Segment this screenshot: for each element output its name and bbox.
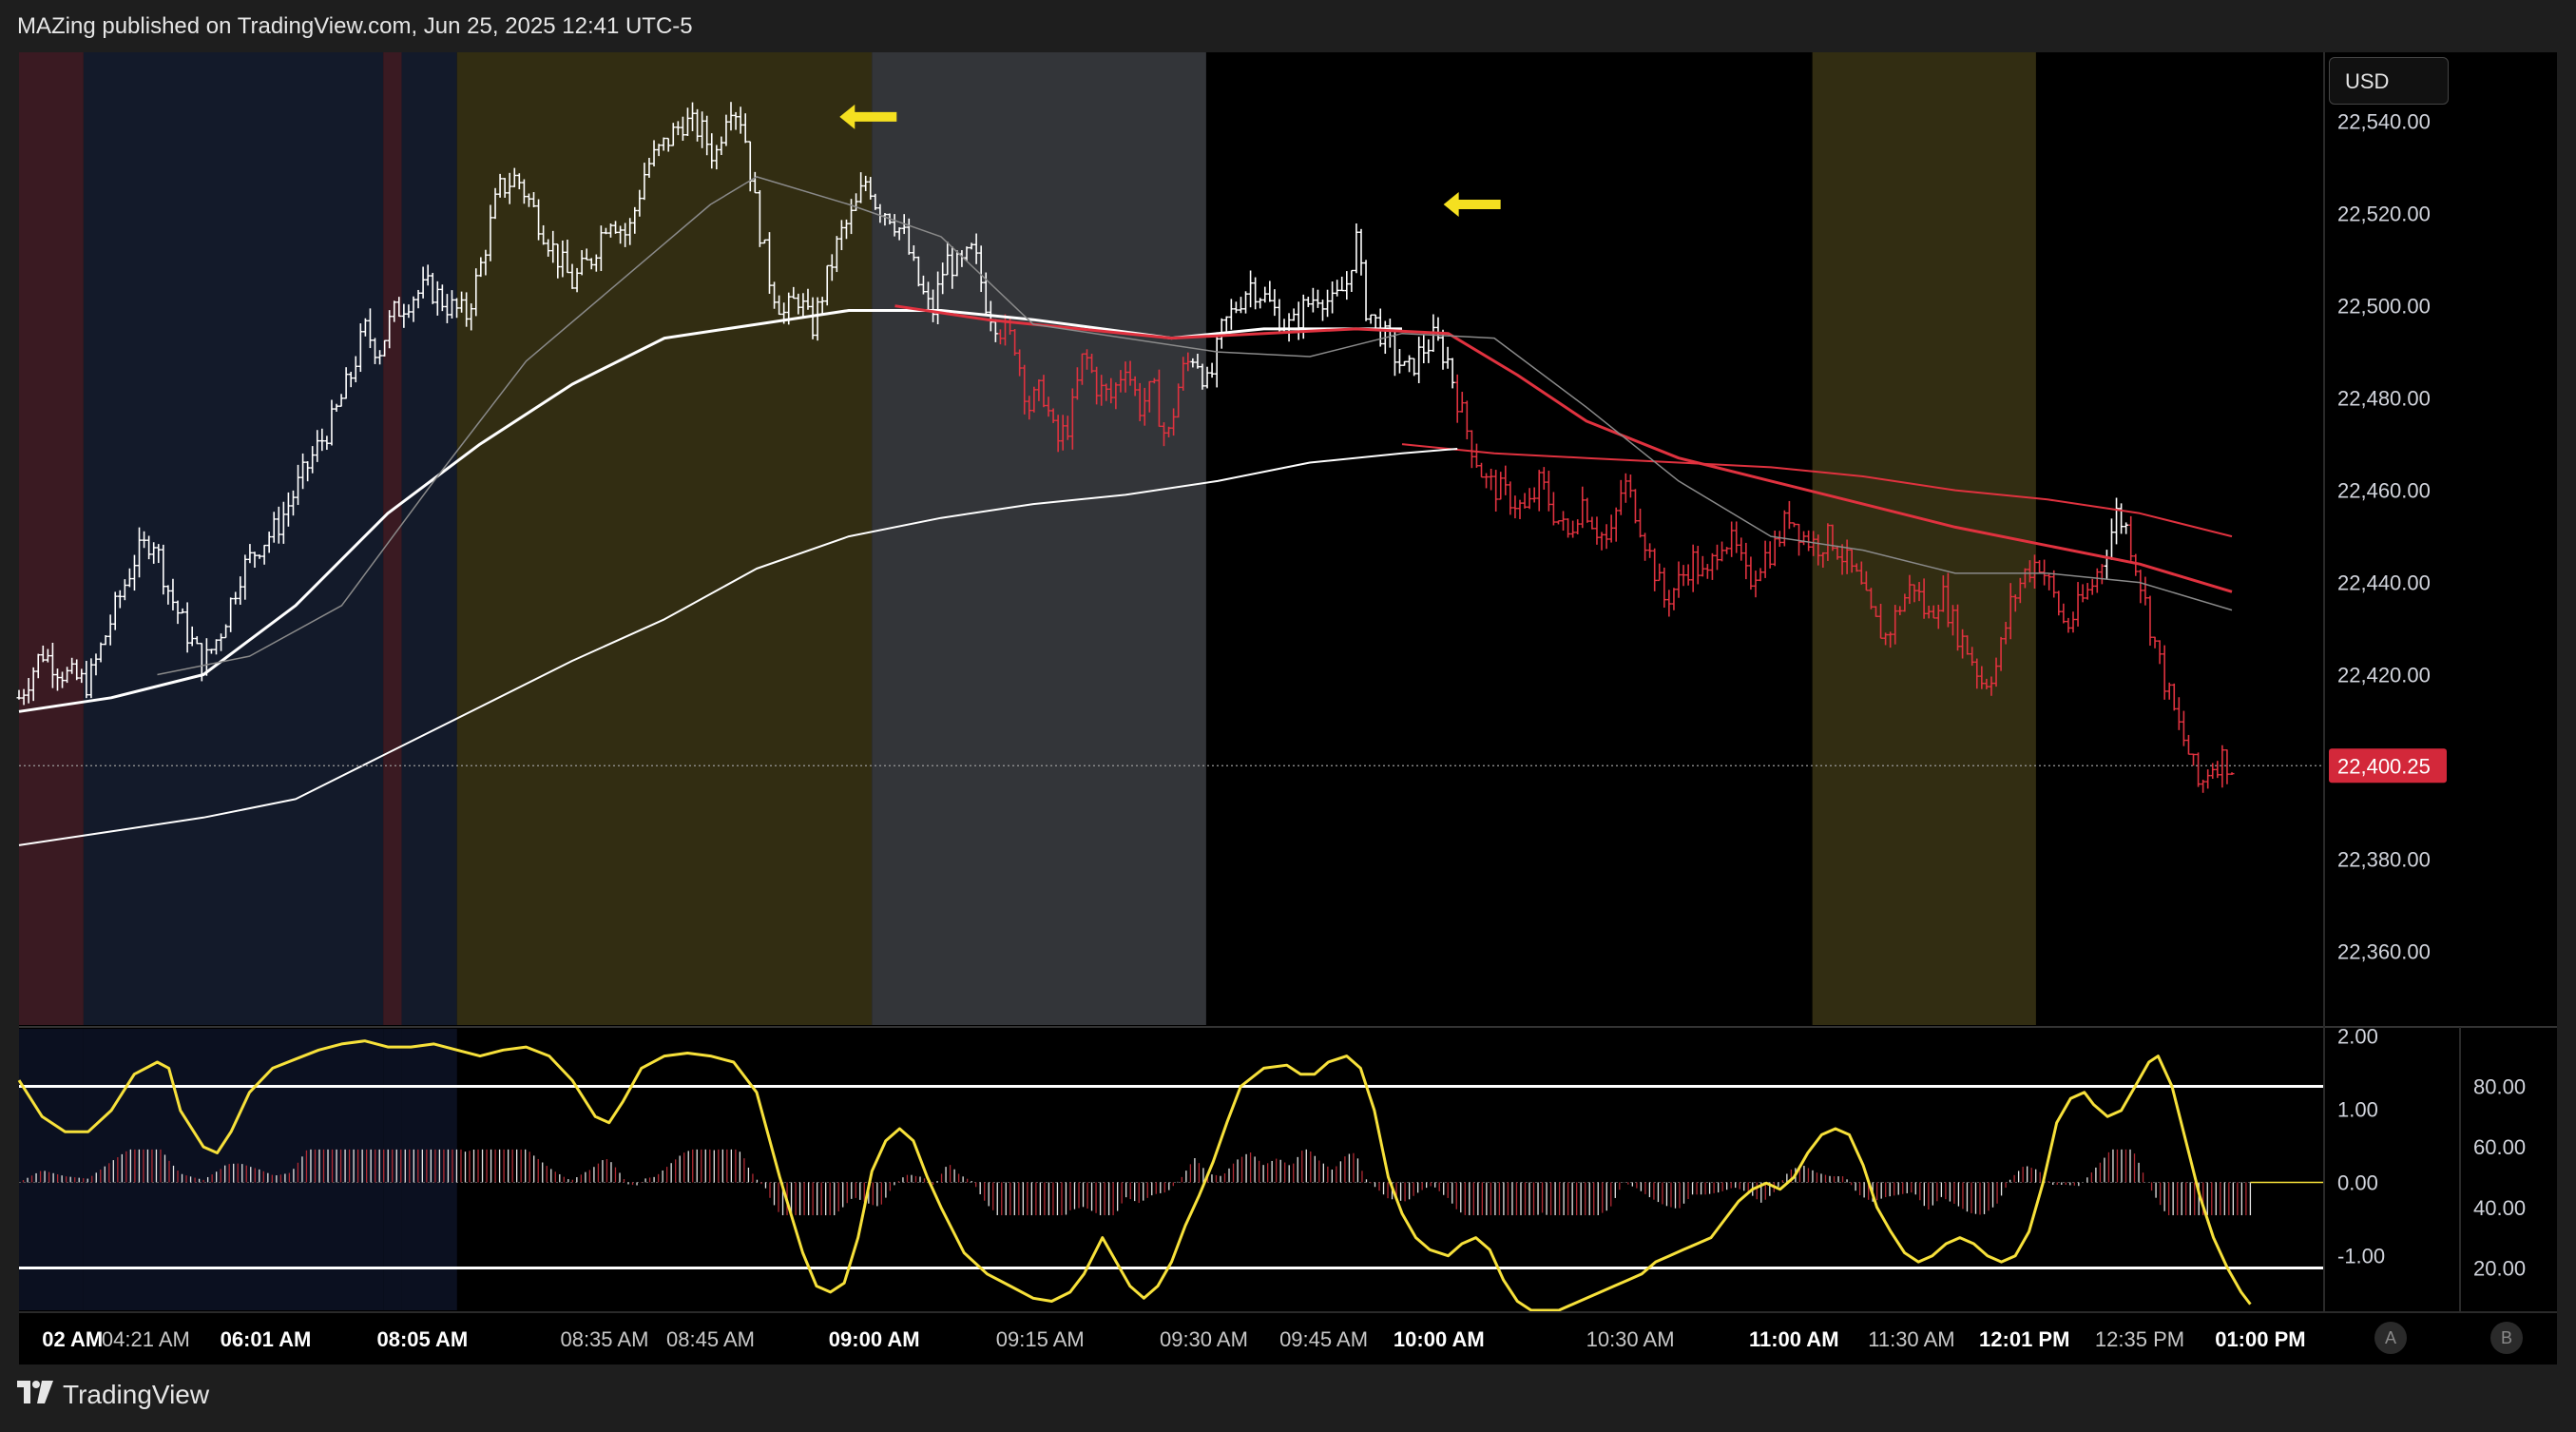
time-tick-label: 01:00 PM <box>2215 1327 2305 1351</box>
time-tick-label: 10:00 AM <box>1394 1327 1485 1351</box>
osc-left-tick-label: 1.00 <box>2337 1098 2378 1122</box>
session-band-1 <box>83 52 384 1025</box>
currency-selector[interactable]: USD <box>2329 57 2449 105</box>
price-tick-label: 22,520.00 <box>2337 203 2431 226</box>
price-tick-label: 22,420.00 <box>2337 664 2431 687</box>
auto-scale-button[interactable]: A <box>2374 1322 2407 1354</box>
scale-b-button[interactable]: B <box>2490 1322 2523 1354</box>
time-tick-label: 08:05 AM <box>376 1327 468 1351</box>
session-band-6 <box>1812 52 2036 1025</box>
price-tick-label: 22,380.00 <box>2337 847 2431 871</box>
price-tick-label: 22,440.00 <box>2337 571 2431 595</box>
time-tick-label: 11:00 AM <box>1749 1327 1839 1351</box>
osc-left-tick-label: 2.00 <box>2337 1025 2378 1049</box>
last-price-label: 22,400.25 <box>2337 754 2431 778</box>
time-tick-label: 04:21 AM <box>102 1327 190 1351</box>
session-band-5 <box>872 52 1206 1025</box>
chart-svg[interactable]: 22,540.00 22,520.00 22,500.00 22,480.00 22,4… <box>0 0 2576 1432</box>
price-tick-label: 22,480.00 <box>2337 387 2431 411</box>
osc-left-tick-label: 0.00 <box>2337 1171 2378 1194</box>
time-tick-label: 10:30 AM <box>1586 1327 1675 1351</box>
time-tick-label: 12:01 PM <box>1979 1327 2069 1351</box>
price-tick-label: 22,360.00 <box>2337 939 2431 963</box>
time-tick-label: 08:45 AM <box>666 1327 755 1351</box>
time-tick-label: 09:15 AM <box>996 1327 1085 1351</box>
time-tick-label: 09:00 AM <box>829 1327 920 1351</box>
osc-right-tick-label: 80.00 <box>2473 1074 2526 1098</box>
time-tick-label: 12:35 PM <box>2095 1327 2184 1351</box>
osc-right-tick-label: 20.00 <box>2473 1256 2526 1280</box>
osc-left-tick-label: -1.00 <box>2337 1244 2385 1268</box>
tradingview-logo[interactable]: TradingView <box>17 1379 209 1411</box>
osc-right-tick-label: 60.00 <box>2473 1135 2526 1159</box>
price-tick-label: 22,500.00 <box>2337 295 2431 319</box>
price-tick-label: 22,540.00 <box>2337 110 2431 134</box>
time-tick-label: 08:35 AM <box>560 1327 648 1351</box>
osc-right-tick-label: 40.00 <box>2473 1196 2526 1220</box>
time-tick-label: 09:45 AM <box>1279 1327 1368 1351</box>
session-band-4 <box>456 52 873 1025</box>
tradingview-logo-icon <box>17 1379 53 1411</box>
price-tick-label: 22,460.00 <box>2337 479 2431 503</box>
session-band-2 <box>383 52 402 1025</box>
session-band-3 <box>401 52 457 1025</box>
session-band-0 <box>19 52 84 1025</box>
time-tick-label: 02 AM <box>42 1327 103 1351</box>
price-panel[interactable] <box>16 52 2325 1025</box>
time-tick-label: 09:30 AM <box>1160 1327 1248 1351</box>
time-tick-label: 11:30 AM <box>1868 1327 1954 1351</box>
tradingview-logo-text: TradingView <box>63 1380 210 1409</box>
time-tick-label: 06:01 AM <box>221 1327 312 1351</box>
